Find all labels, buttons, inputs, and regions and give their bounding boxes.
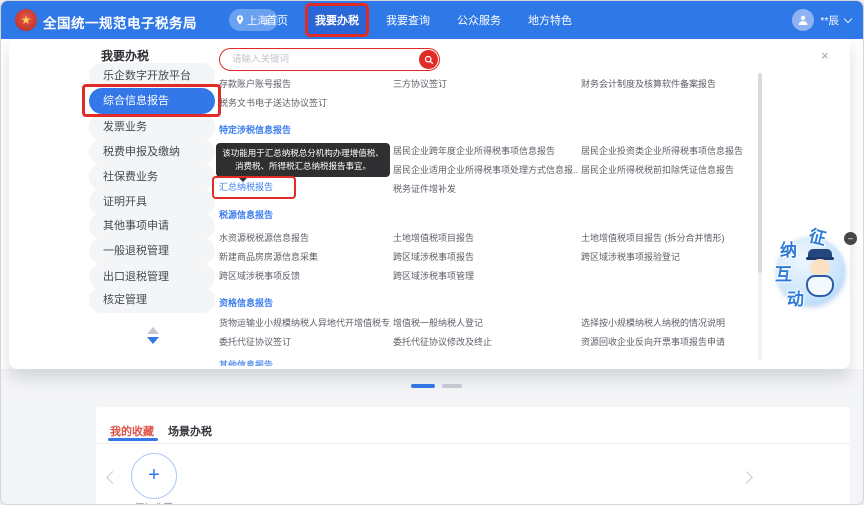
chevron-down-icon [844, 14, 852, 22]
tab-scenario-tax[interactable]: 场景办税 [168, 423, 212, 439]
nav-tax-services[interactable]: 我要办税 [308, 6, 366, 34]
menu-link[interactable]: 委托代征协议修改及终止 [393, 333, 577, 352]
menu-link[interactable]: 存款账户账号报告 [219, 75, 391, 94]
menu-column: 财务会计制度及核算软件备案报告 [581, 75, 761, 94]
user-menu[interactable]: **辰 [792, 1, 851, 39]
menu-link[interactable]: 居民企业跨年度企业所得税事项信息报告 [393, 142, 577, 161]
menu-link[interactable]: 资源回收企业反向开票事项报告申请 [581, 333, 761, 352]
active-tab-underline [108, 438, 158, 441]
sidebar-item-assessment[interactable]: 核定管理 [89, 287, 215, 313]
menu-link[interactable]: 税务证件增补发 [393, 180, 577, 199]
menu-link[interactable]: 居民企业投资类企业所得税事项信息报告 [581, 142, 761, 161]
panel-scrollbar-thumb[interactable] [758, 73, 762, 273]
close-icon[interactable]: × [821, 49, 829, 62]
menu-link[interactable]: 新建商品房房源信息采集 [219, 248, 391, 267]
divider [96, 443, 850, 444]
menu-link[interactable]: 跨区域涉税事项反馈 [219, 267, 391, 286]
menu-link[interactable]: 土地增值税项目报告 (拆分合并情形) [581, 229, 761, 248]
menu-link[interactable]: 税务文书电子送达协议签订 [219, 94, 391, 113]
search-input[interactable] [219, 48, 440, 71]
add-favorite-label: 添加收藏 [129, 500, 179, 505]
officer-face [810, 259, 830, 276]
menu-column: 土地增值税项目报告 (拆分合并情形)跨区域涉税事项报验登记 [581, 229, 761, 267]
sidebar-item-social[interactable]: 社保费业务 [89, 164, 215, 190]
plus-icon: + [148, 465, 160, 485]
menu-link[interactable]: 跨区域涉税事项管理 [393, 267, 577, 286]
page-background-section: 我的收藏 场景办税 + 添加收藏 [1, 369, 864, 505]
menu-column: 居民企业投资类企业所得税事项信息报告居民企业所得税税前扣除凭证信息报告 [581, 142, 761, 180]
tab-my-favorites[interactable]: 我的收藏 [110, 423, 154, 439]
menu-column: 土地增值税项目报告跨区域涉税事项报告跨区域涉税事项管理 [393, 229, 577, 286]
sidebar-scroll-arrows[interactable] [143, 327, 163, 344]
section-heading-special-tax[interactable]: 特定涉税信息报告 [219, 123, 291, 136]
menu-column: 居民企业跨年度企业所得税事项信息报告居民企业适用企业所得税事项处理方式信息报..… [393, 142, 577, 199]
user-name: **辰 [820, 13, 839, 28]
menu-link[interactable]: 委托代征协议签订 [219, 333, 391, 352]
favorites-card: 我的收藏 场景办税 + 添加收藏 [96, 407, 850, 505]
badge-char-hu: 互 [775, 266, 792, 283]
menu-link[interactable]: 居民企业所得税税前扣除凭证信息报告 [581, 161, 761, 180]
officer-body [806, 275, 834, 297]
interaction-assistant-badge[interactable]: 征 纳 互 动 [775, 233, 847, 305]
menu-column: 货物运输业小规模纳税人异地代开增值税专用...委托代征协议签订 [219, 314, 391, 352]
nav-inquiry[interactable]: 我要查询 [379, 6, 437, 34]
menu-link[interactable]: 土地增值税项目报告 [393, 229, 577, 248]
mega-menu-panel: 我要办税 乐企数字开放平台 综合信息报告 发票业务 税费申报及缴纳 社保费业务 … [9, 39, 850, 369]
nav-home[interactable]: 首页 [259, 6, 295, 34]
menu-link[interactable]: 增值税一般纳税人登记 [393, 314, 577, 333]
add-favorite-button[interactable]: + [131, 453, 177, 499]
menu-column: 选择按小规模纳税人纳税的情况说明资源回收企业反向开票事项报告申请 [581, 314, 761, 352]
page: ★ 全国统一规范电子税务局 上海 首页 我要办税 我要查询 公众服务 地方特色 … [0, 0, 864, 505]
menu-link[interactable]: 三方协议签订 [393, 75, 577, 94]
avatar [792, 9, 814, 31]
search-icon [424, 55, 434, 65]
sidebar-item-declare[interactable]: 税费申报及缴纳 [89, 139, 215, 165]
menu-link[interactable]: 居民企业适用企业所得税事项处理方式信息报... [393, 161, 577, 180]
badge-collapse-button[interactable]: – [844, 232, 857, 245]
sidebar-title: 我要办税 [101, 47, 149, 64]
sidebar-item-other[interactable]: 其他事项申请 [89, 213, 215, 239]
menu-column: 增值税一般纳税人登记委托代征协议修改及终止 [393, 314, 577, 352]
clipped-section-heading: 其他信息报告 [219, 358, 273, 366]
app-header: ★ 全国统一规范电子税务局 上海 首页 我要办税 我要查询 公众服务 地方特色 … [1, 1, 864, 39]
menu-link[interactable]: 水资源税税源信息报告 [219, 229, 391, 248]
pagination-dot[interactable] [442, 384, 462, 388]
section-heading-tax-source[interactable]: 税源信息报告 [219, 208, 273, 221]
badge-char-dong: 动 [787, 291, 804, 308]
menu-column: 存款账户账号报告税务文书电子送达协议签订 [219, 75, 391, 113]
scroll-up-icon[interactable] [147, 327, 159, 334]
nav-local-features[interactable]: 地方特色 [521, 6, 579, 34]
app-title: 全国统一规范电子税务局 [43, 12, 197, 32]
menu-link[interactable]: 财务会计制度及核算软件备案报告 [581, 75, 761, 94]
menu-link[interactable]: 货物运输业小规模纳税人异地代开增值税专用... [219, 314, 391, 333]
scroll-down-icon[interactable] [147, 337, 159, 344]
chevron-right-icon[interactable] [740, 471, 753, 484]
sidebar-item-refund[interactable]: 一般退税管理 [89, 238, 215, 264]
nav-public-services[interactable]: 公众服务 [450, 6, 508, 34]
main-nav: 首页 我要办税 我要查询 公众服务 地方特色 [259, 1, 579, 39]
sidebar-item-invoice[interactable]: 发票业务 [89, 114, 215, 140]
sidebar-item-comprehensive-info[interactable]: 综合信息报告 [89, 88, 215, 114]
location-pin-icon [236, 15, 244, 25]
menu-link[interactable]: 选择按小规模纳税人纳税的情况说明 [581, 314, 761, 333]
menu-column: 三方协议签订 [393, 75, 577, 94]
sidebar-item-certificate[interactable]: 证明开具 [89, 189, 215, 215]
sidebar-item-leqi[interactable]: 乐企数字开放平台 [89, 63, 215, 89]
national-emblem-icon: ★ [15, 9, 37, 31]
pagination-dot-active[interactable] [411, 384, 435, 388]
menu-link[interactable]: 跨区域涉税事项报验登记 [581, 248, 761, 267]
menu-link[interactable]: 跨区域涉税事项报告 [393, 248, 577, 267]
section-heading-qualification[interactable]: 资格信息报告 [219, 296, 273, 309]
search-button[interactable] [419, 50, 438, 69]
chevron-left-icon[interactable] [106, 471, 119, 484]
tooltip: 该功能用于汇总纳税总分机构办理增值税、消费税、所得税汇总纳税报告事宜。 [216, 143, 390, 177]
badge-char-na: 纳 [780, 242, 797, 259]
menu-column: 水资源税税源信息报告新建商品房房源信息采集跨区域涉税事项反馈 [219, 229, 391, 286]
